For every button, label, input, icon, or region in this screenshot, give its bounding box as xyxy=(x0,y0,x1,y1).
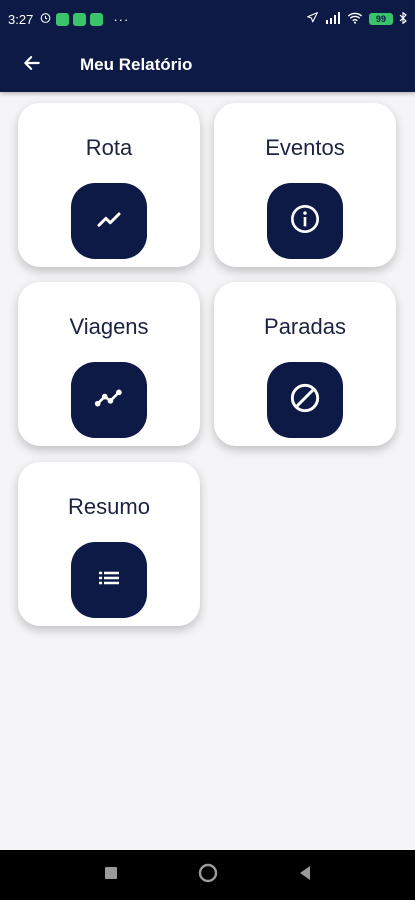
info-icon xyxy=(289,203,321,240)
resumo-icon-button[interactable] xyxy=(71,542,147,618)
recents-button[interactable] xyxy=(104,866,118,885)
system-nav-bar xyxy=(0,850,415,900)
signal-icon xyxy=(325,11,341,27)
resumo-label: Resumo xyxy=(68,494,150,519)
eventos-label: Eventos xyxy=(265,135,345,160)
arrow-back-icon xyxy=(22,53,42,78)
resumo-card[interactable]: Resumo xyxy=(18,462,200,626)
status-bar: 3:27 ··· 99 xyxy=(0,0,415,38)
viagens-card[interactable]: Viagens xyxy=(18,282,200,446)
location-icon xyxy=(306,11,319,27)
status-bar-right: 99 xyxy=(306,11,407,27)
bluetooth-icon xyxy=(399,11,407,27)
alarm-icon xyxy=(39,11,52,27)
trending-up-icon xyxy=(94,204,124,239)
viagens-icon-button[interactable] xyxy=(71,362,147,438)
more-notifications-icon: ··· xyxy=(113,11,130,27)
wifi-icon xyxy=(347,12,363,27)
triangle-back-icon xyxy=(298,865,312,886)
android-app-icon xyxy=(90,12,104,26)
circle-icon xyxy=(198,863,218,888)
phone-app-icon xyxy=(73,12,87,26)
battery-icon: 99 xyxy=(369,13,393,25)
paradas-card[interactable]: Paradas xyxy=(214,282,396,446)
rota-label: Rota xyxy=(85,135,133,160)
home-button[interactable] xyxy=(198,863,218,888)
eventos-icon-button[interactable] xyxy=(267,183,343,259)
paradas-icon-button[interactable] xyxy=(267,362,343,438)
viagens-label: Viagens xyxy=(69,314,149,339)
timeline-icon xyxy=(92,381,126,420)
rota-card[interactable]: Rota xyxy=(18,103,200,267)
whatsapp-icon xyxy=(56,12,70,26)
eventos-card[interactable]: Eventos xyxy=(214,103,396,267)
app-bar: Meu Relatório xyxy=(0,38,415,92)
paradas-label: Paradas xyxy=(264,314,346,339)
status-bar-left: 3:27 ··· xyxy=(8,11,129,27)
square-icon xyxy=(104,866,118,885)
status-time: 3:27 xyxy=(8,11,34,27)
list-icon xyxy=(94,563,124,598)
back-button[interactable] xyxy=(12,45,52,85)
block-icon xyxy=(289,382,321,419)
back-nav-button[interactable] xyxy=(298,865,312,886)
rota-icon-button[interactable] xyxy=(71,183,147,259)
page-title: Meu Relatório xyxy=(80,55,193,74)
